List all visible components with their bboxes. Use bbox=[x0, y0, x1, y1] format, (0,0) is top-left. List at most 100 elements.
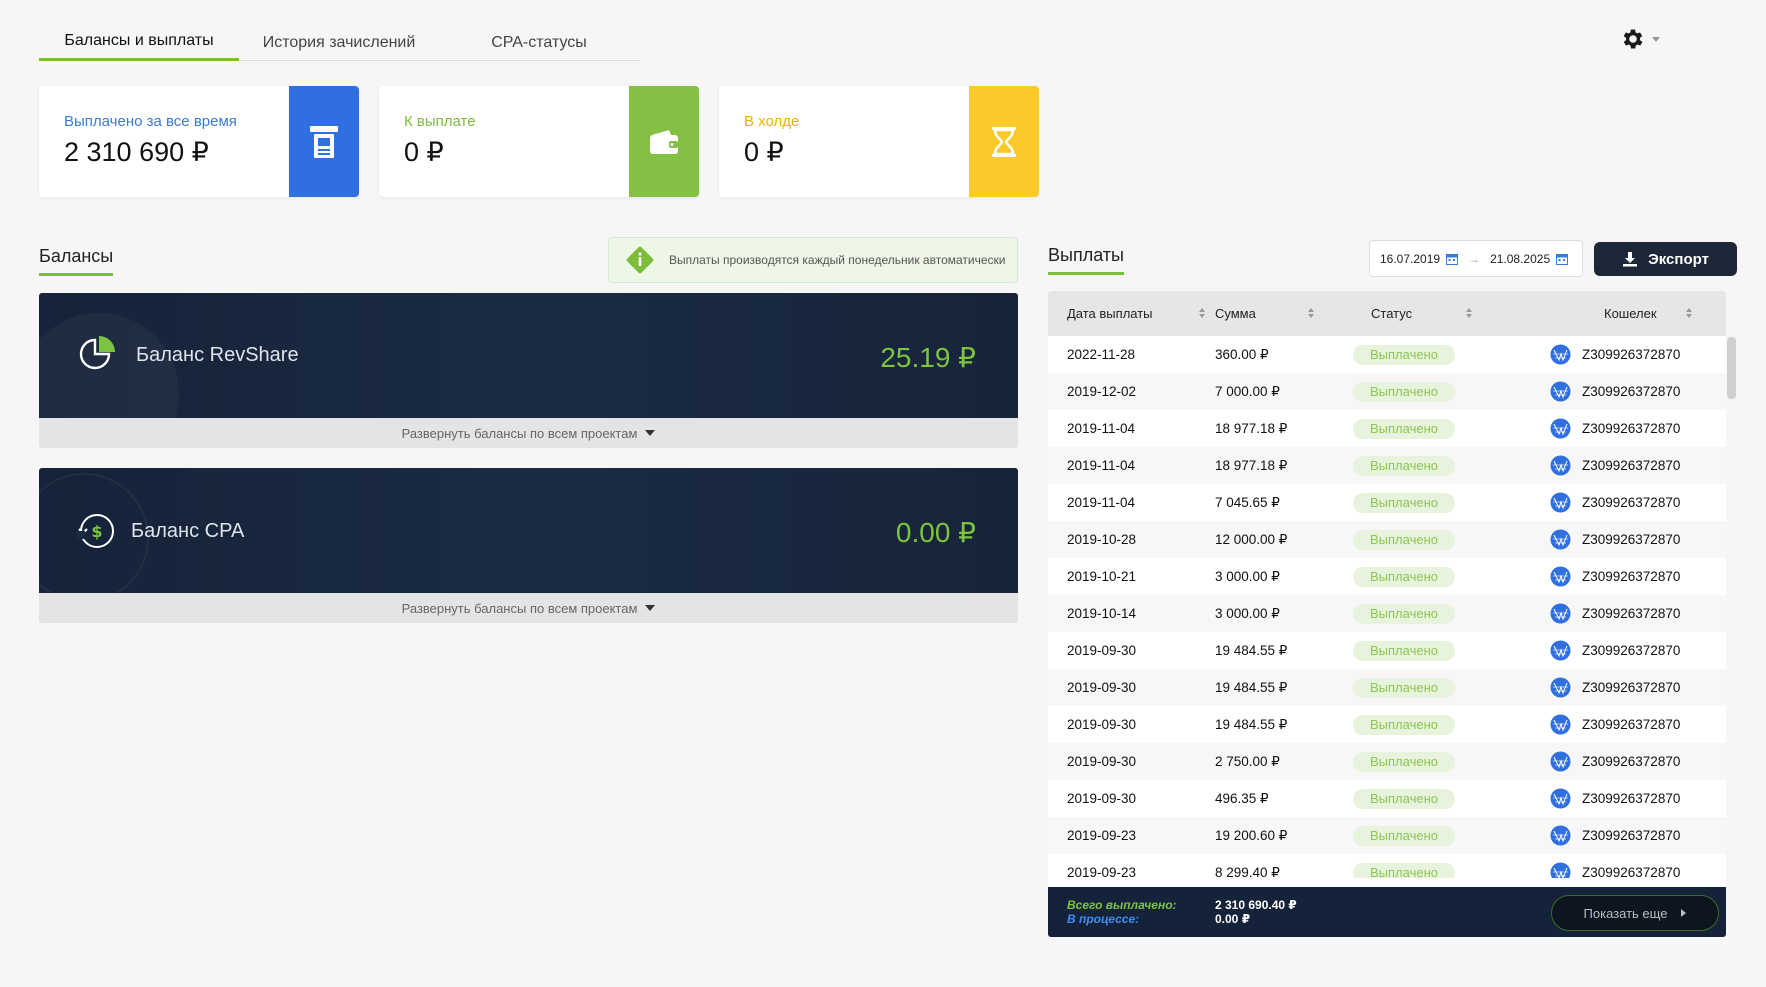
status-badge: Выплачено bbox=[1353, 641, 1455, 661]
webmoney-icon bbox=[1550, 825, 1571, 846]
card-label: К выплате bbox=[404, 113, 476, 130]
pending-label: В процессе: bbox=[1067, 912, 1140, 926]
balance-revshare-panel: Баланс RevShare 25.19 ₽ bbox=[39, 293, 1018, 418]
balance-amount: 0.00 ₽ bbox=[895, 517, 976, 548]
wallet-icon bbox=[629, 86, 699, 197]
column-header-wallet[interactable]: Кошелек bbox=[1604, 291, 1657, 336]
cell-date: 2019-09-30 bbox=[1067, 791, 1137, 806]
payouts-title: Выплаты bbox=[1048, 245, 1124, 275]
cell-date: 2019-09-23 bbox=[1067, 865, 1137, 878]
webmoney-icon bbox=[1550, 492, 1571, 513]
pending-value: 0.00 ₽ bbox=[1215, 912, 1251, 926]
table-row: 2019-10-28 12 000.00 ₽ Выплачено Z309926372… bbox=[1048, 521, 1726, 558]
cell-sum: 3 000.00 ₽ bbox=[1215, 606, 1280, 621]
cell-sum: 3 000.00 ₽ bbox=[1215, 569, 1280, 584]
webmoney-icon bbox=[1550, 381, 1571, 402]
expand-balances-cpa[interactable]: Развернуть балансы по всем проектам bbox=[39, 593, 1018, 623]
status-badge: Выплачено bbox=[1353, 345, 1455, 365]
table-row: 2019-09-23 8 299.40 ₽ Выплачено Z3099263728… bbox=[1048, 854, 1726, 878]
cell-sum: 360.00 ₽ bbox=[1215, 347, 1269, 362]
settings-dropdown[interactable] bbox=[1620, 24, 1670, 54]
card-value: 0 ₽ bbox=[744, 137, 784, 167]
column-header-date[interactable]: Дата выплаты bbox=[1067, 291, 1153, 336]
status-badge: Выплачено bbox=[1353, 752, 1455, 772]
sort-icon[interactable] bbox=[1308, 308, 1315, 319]
column-header-status[interactable]: Статус bbox=[1371, 291, 1412, 336]
table-scrollbar[interactable] bbox=[1727, 337, 1736, 399]
calendar-icon bbox=[1446, 253, 1459, 265]
status-badge: Выплачено bbox=[1353, 419, 1455, 439]
cell-sum: 2 750.00 ₽ bbox=[1215, 754, 1280, 769]
webmoney-icon bbox=[1550, 529, 1571, 550]
tab-cpa-statuses[interactable]: CPA-статусы bbox=[439, 24, 639, 61]
show-more-button[interactable]: Показать еще bbox=[1551, 895, 1719, 931]
cell-sum: 8 299.40 ₽ bbox=[1215, 865, 1280, 878]
balance-name: Баланс CPA bbox=[131, 520, 245, 542]
cell-date: 2019-09-30 bbox=[1067, 717, 1137, 732]
cell-wallet: Z309926372870 bbox=[1582, 606, 1681, 621]
table-header: Дата выплаты Сумма Статус Кошелек bbox=[1048, 291, 1726, 336]
show-more-label: Показать еще bbox=[1583, 905, 1668, 921]
table-footer: Всего выплачено: В процессе: 2 310 690.4… bbox=[1048, 887, 1726, 937]
cell-sum: 7 045.65 ₽ bbox=[1215, 495, 1280, 510]
status-badge: Выплачено bbox=[1353, 382, 1455, 402]
date-from: 16.07.2019 bbox=[1380, 251, 1441, 266]
export-label: Экспорт bbox=[1648, 250, 1709, 268]
webmoney-icon bbox=[1550, 603, 1571, 624]
sort-icon[interactable] bbox=[1199, 308, 1206, 319]
tabs-bar: Балансы и выплаты История зачислений CPA… bbox=[39, 24, 641, 61]
balances-title: Балансы bbox=[39, 246, 114, 276]
cell-sum: 496.35 ₽ bbox=[1215, 791, 1269, 806]
table-row: 2019-09-23 19 200.60 ₽ Выплачено Z309926372… bbox=[1048, 817, 1726, 854]
notice-text: Выплаты производятся каждый понедельник … bbox=[669, 253, 1006, 267]
cell-wallet: Z309926372870 bbox=[1582, 791, 1681, 806]
svg-text:$: $ bbox=[91, 522, 102, 541]
cell-date: 2019-09-30 bbox=[1067, 754, 1137, 769]
tab-balances-payouts[interactable]: Балансы и выплаты bbox=[39, 24, 239, 61]
calendar-icon bbox=[1556, 253, 1569, 265]
total-paid-value: 2 310 690.40 ₽ bbox=[1215, 898, 1297, 912]
cell-date: 2019-11-04 bbox=[1067, 495, 1136, 510]
table-row: 2019-10-21 3 000.00 ₽ Выплачено Z3099263728… bbox=[1048, 558, 1726, 595]
status-badge: Выплачено bbox=[1353, 789, 1455, 809]
status-badge: Выплачено bbox=[1353, 863, 1455, 878]
caret-down-icon bbox=[645, 605, 656, 611]
tab-credit-history[interactable]: История зачислений bbox=[239, 24, 439, 61]
cell-sum: 19 484.55 ₽ bbox=[1215, 717, 1288, 732]
table-row: 2019-11-04 18 977.18 ₽ Выплачено Z309926372… bbox=[1048, 447, 1726, 484]
expand-balances-revshare[interactable]: Развернуть балансы по всем проектам bbox=[39, 418, 1018, 448]
cell-date: 2019-09-30 bbox=[1067, 680, 1137, 695]
cell-wallet: Z309926372870 bbox=[1582, 828, 1681, 843]
cell-wallet: Z309926372870 bbox=[1582, 421, 1681, 436]
cell-sum: 18 977.18 ₽ bbox=[1215, 458, 1288, 473]
export-button[interactable]: Экспорт bbox=[1594, 242, 1737, 276]
download-icon bbox=[1623, 252, 1638, 267]
table-row: 2019-09-30 19 484.55 ₽ Выплачено Z309926372… bbox=[1048, 669, 1726, 706]
cell-sum: 19 484.55 ₽ bbox=[1215, 643, 1288, 658]
balance-cpa-panel: $ Баланс CPA 0.00 ₽ bbox=[39, 468, 1018, 593]
payouts-table: Дата выплаты Сумма Статус Кошелек 2022-1… bbox=[1048, 291, 1726, 937]
webmoney-icon bbox=[1550, 788, 1571, 809]
table-row: 2019-10-14 3 000.00 ₽ Выплачено Z3099263728… bbox=[1048, 595, 1726, 632]
column-header-sum[interactable]: Сумма bbox=[1215, 291, 1256, 336]
total-paid-label: Всего выплачено: bbox=[1067, 898, 1177, 912]
webmoney-icon bbox=[1550, 751, 1571, 772]
cell-wallet: Z309926372870 bbox=[1582, 865, 1681, 878]
cell-date: 2019-11-04 bbox=[1067, 421, 1136, 436]
webmoney-icon bbox=[1550, 862, 1571, 878]
atm-icon bbox=[289, 86, 359, 197]
table-row: 2019-09-30 19 484.55 ₽ Выплачено Z309926372… bbox=[1048, 632, 1726, 669]
webmoney-icon bbox=[1550, 714, 1571, 735]
cell-date: 2019-10-21 bbox=[1067, 569, 1137, 584]
card-value: 2 310 690 ₽ bbox=[64, 137, 209, 167]
sort-icon[interactable] bbox=[1686, 308, 1693, 319]
info-icon bbox=[626, 246, 654, 274]
cell-date: 2019-10-28 bbox=[1067, 532, 1137, 547]
date-range-picker[interactable]: 16.07.2019 → 21.08.2025 bbox=[1369, 240, 1583, 277]
status-badge: Выплачено bbox=[1353, 493, 1455, 513]
card-on-hold: В холде 0 ₽ bbox=[719, 86, 1039, 197]
sort-icon[interactable] bbox=[1466, 308, 1473, 319]
cell-wallet: Z309926372870 bbox=[1582, 347, 1681, 362]
cell-wallet: Z309926372870 bbox=[1582, 680, 1681, 695]
webmoney-icon bbox=[1550, 566, 1571, 587]
